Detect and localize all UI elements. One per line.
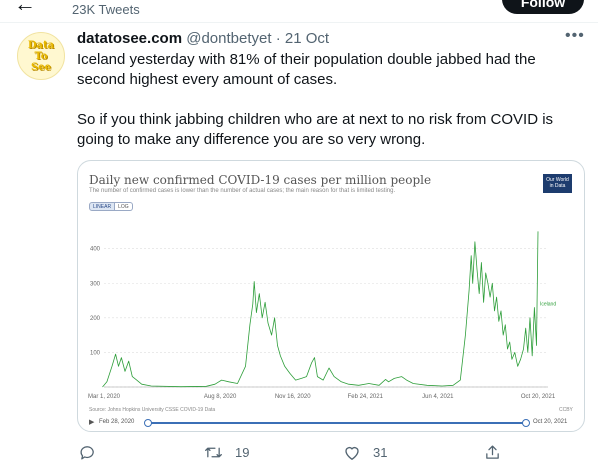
tweet-paragraph: Iceland yesterday with 81% of their popu… <box>77 51 536 88</box>
y-tick-label: 300 <box>90 281 101 287</box>
separator-dot: · <box>275 30 281 47</box>
timeline-end-date: Oct 20, 2021 <box>533 419 568 425</box>
back-arrow-icon[interactable]: ← <box>14 0 36 17</box>
timeline-track <box>148 422 526 424</box>
chart-image-card[interactable]: Daily new confirmed COVID-19 cases per m… <box>77 160 585 432</box>
x-tick-label: Feb 24, 2021 <box>348 394 384 400</box>
x-tick-label: Oct 20, 2021 <box>521 394 556 400</box>
profile-header: ← 23K Tweets Follow <box>0 0 598 22</box>
avatar[interactable]: Data To See <box>17 32 65 80</box>
tweet-actions: 19 31 <box>0 444 598 464</box>
tweet-count: 23K Tweets <box>72 2 140 17</box>
share-button[interactable] <box>484 444 501 461</box>
series-line-iceland <box>102 231 539 388</box>
x-tick-label: Jun 4, 2021 <box>422 394 454 400</box>
series-label: Iceland <box>540 301 556 307</box>
y-tick-label: 100 <box>90 350 101 356</box>
avatar-logo-line: See <box>31 61 51 73</box>
heart-icon <box>345 446 359 460</box>
retweet-count: 19 <box>235 445 250 460</box>
chart-license: CCBY <box>559 407 573 413</box>
reply-icon <box>80 446 94 460</box>
retweet-button[interactable]: 19 <box>204 444 249 461</box>
play-icon: ▶ <box>89 419 95 426</box>
header-divider <box>0 22 598 23</box>
timeline-start-handle <box>144 419 152 427</box>
y-tick-label: 200 <box>90 316 101 322</box>
x-tick-label: Mar 1, 2020 <box>88 394 121 400</box>
tweet-date[interactable]: 21 Oct <box>285 30 329 47</box>
like-count: 31 <box>373 445 388 460</box>
share-icon <box>486 445 499 459</box>
timeline-start-date: Feb 28, 2020 <box>99 419 135 425</box>
tweet-paragraph: So if you think jabbing children who are… <box>77 111 554 148</box>
display-name[interactable]: datatosee.com <box>77 30 182 47</box>
reply-button[interactable] <box>79 444 108 461</box>
more-options-icon[interactable]: ••• <box>565 27 585 45</box>
timeline-end-handle <box>522 419 530 427</box>
y-tick-label: 400 <box>90 247 101 253</box>
retweet-icon <box>205 447 222 458</box>
tweet-text: Iceland yesterday with 81% of their popu… <box>77 50 577 150</box>
avatar-logo-line: Data <box>27 39 55 51</box>
x-tick-label: Aug 8, 2020 <box>204 394 237 400</box>
chart-plot: 100 200 300 400 Mar 1, 2020 Aug 8, 2020 Nov 16… <box>88 231 556 400</box>
avatar-logo-line: To <box>34 50 48 62</box>
user-handle[interactable]: @dontbetyet <box>186 30 271 47</box>
chart-source: Source: Johns Hopkins University CSSE CO… <box>89 407 216 413</box>
follow-button[interactable]: Follow <box>502 0 584 14</box>
tweet-header: datatosee.com @dontbetyet · 21 Oct <box>77 30 329 47</box>
x-tick-label: Nov 16, 2020 <box>275 394 311 400</box>
like-button[interactable]: 31 <box>343 444 387 461</box>
